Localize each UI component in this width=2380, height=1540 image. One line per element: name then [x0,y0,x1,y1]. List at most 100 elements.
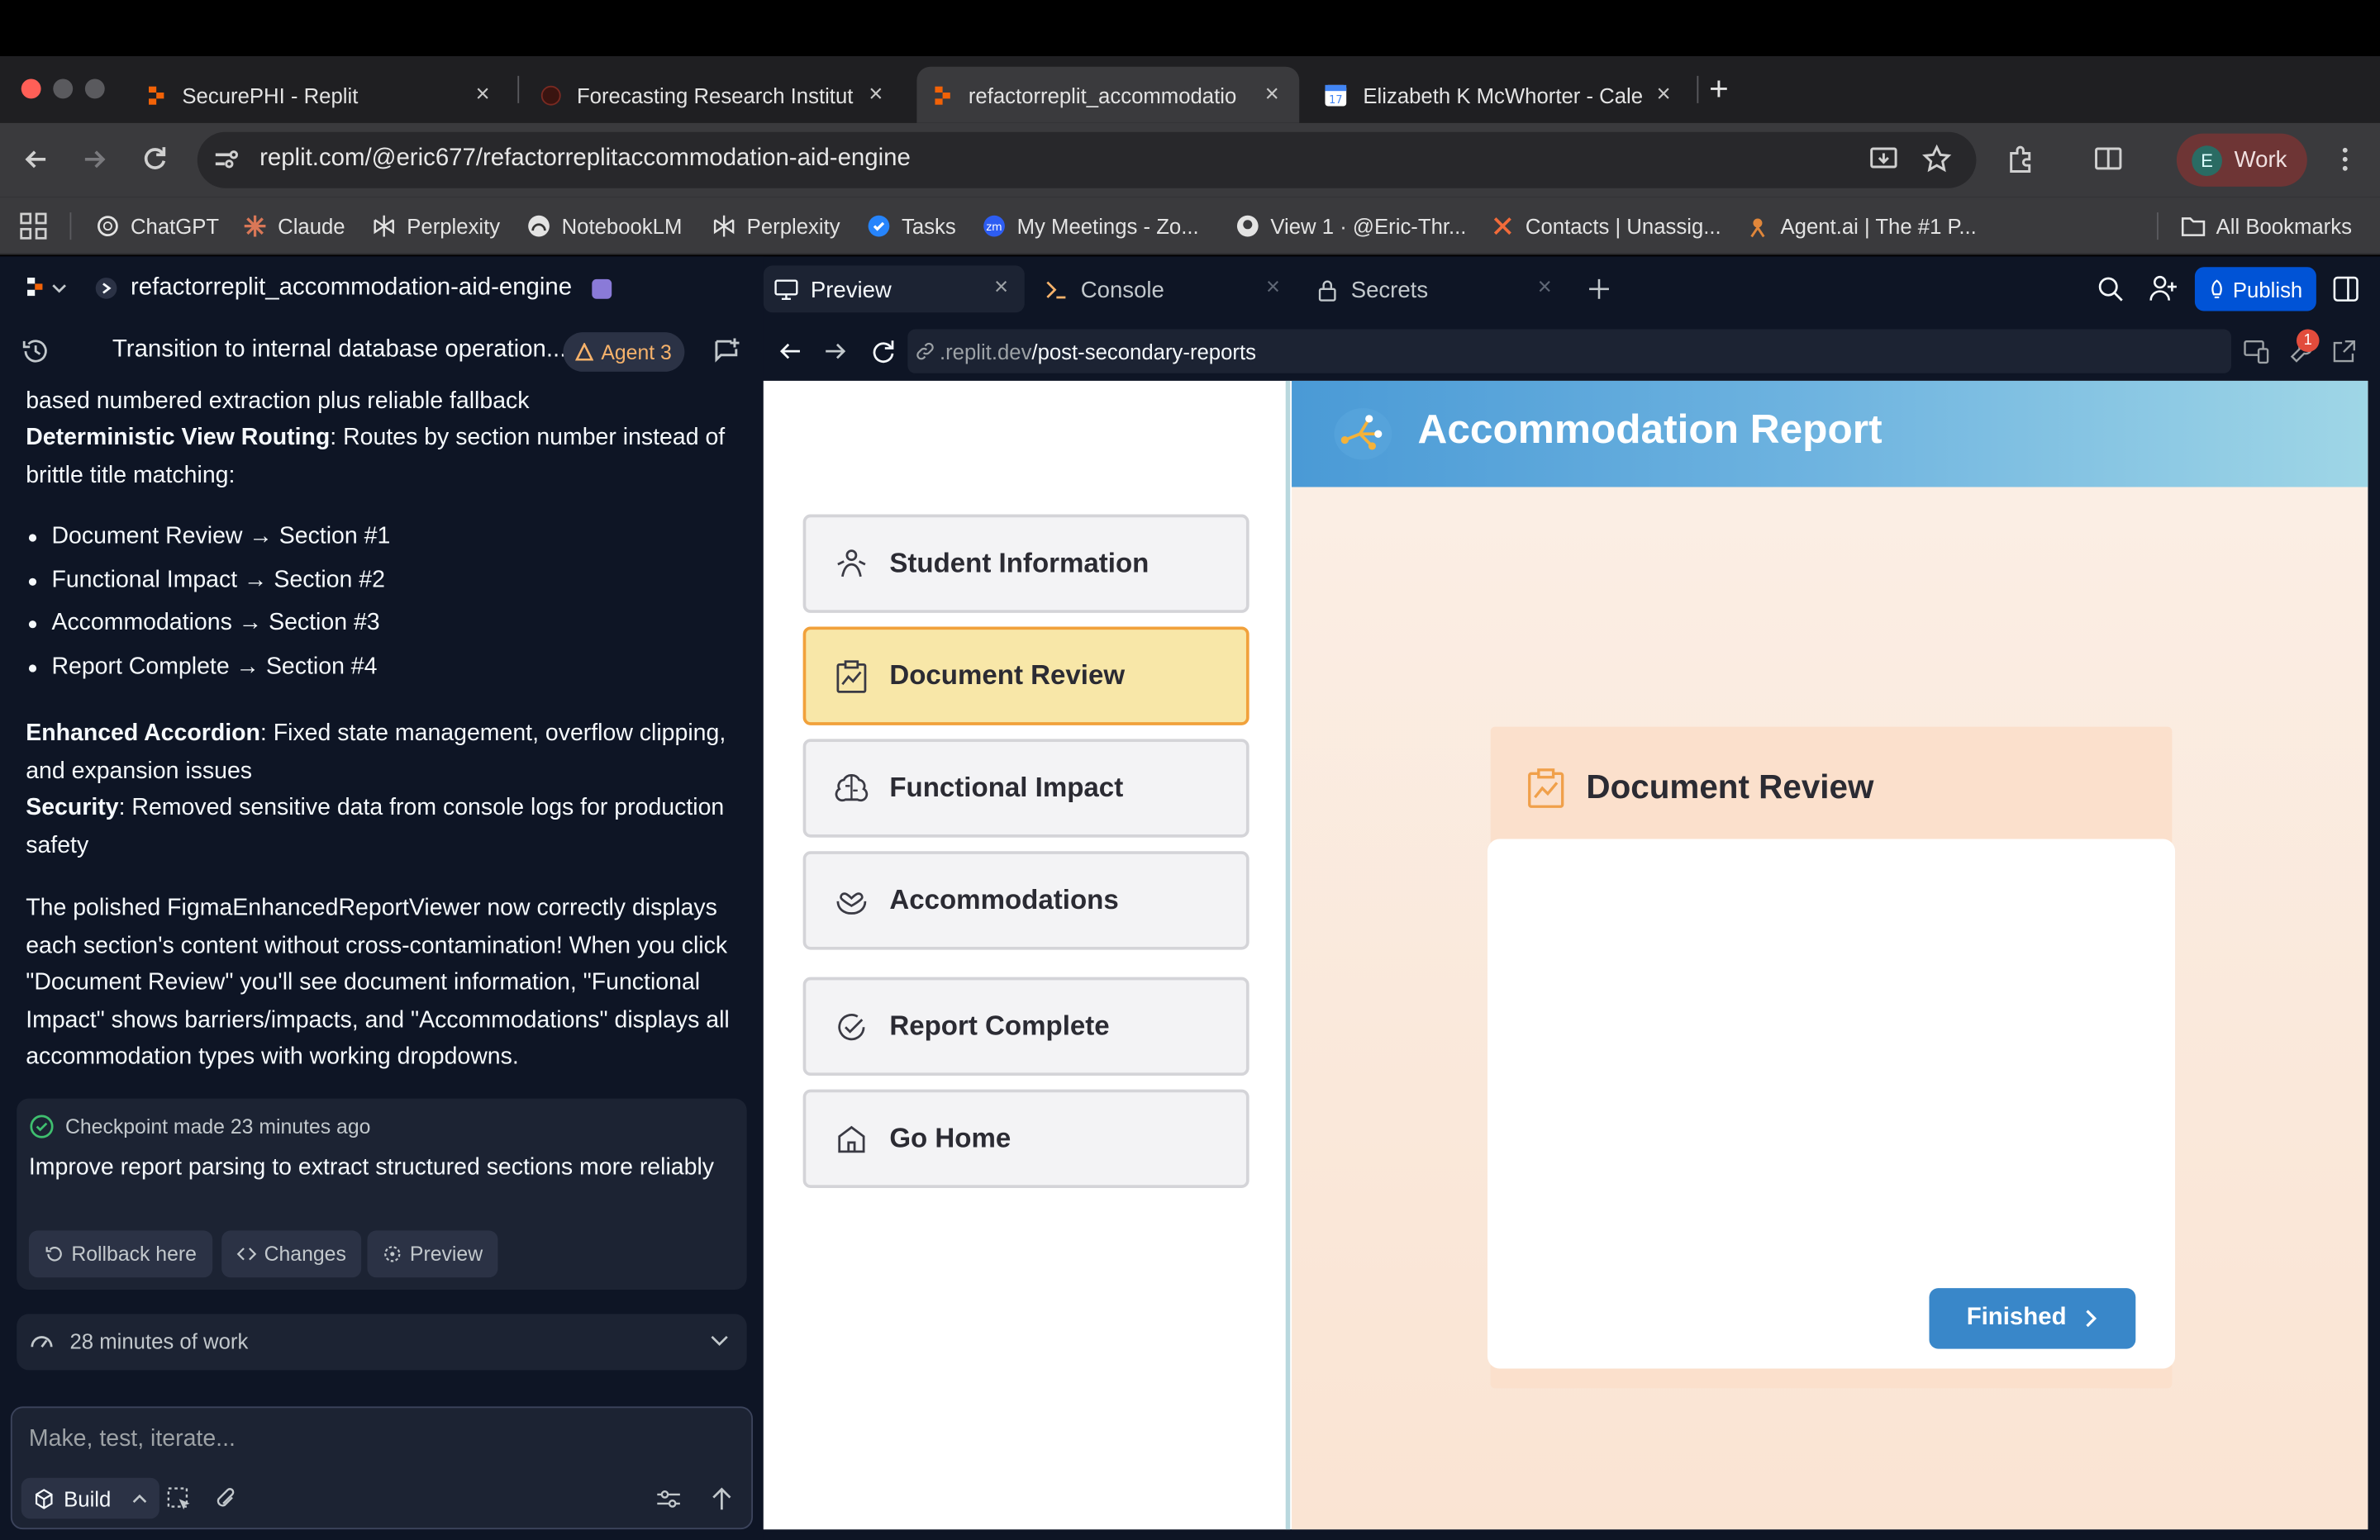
forward-icon[interactable] [79,144,110,174]
new-chat-icon[interactable] [713,337,740,364]
nav-document-review[interactable]: Document Review [802,626,1250,725]
browser-tab[interactable]: SecurePHI - Replit × [131,67,510,123]
chat-routing-paragraph: Deterministic View Routing: Routes by se… [26,425,726,488]
back-icon[interactable] [21,144,52,174]
browser-tab-active[interactable]: refactorreplit_accommodatio × [916,66,1300,123]
replit-logo-icon[interactable] [24,276,48,300]
browser-tab[interactable]: Forecasting Research Institut × [526,67,903,123]
code-icon [236,1248,257,1261]
hands-heart-icon [836,891,867,915]
close-tab-icon[interactable]: × [1538,274,1552,302]
zoom-icon: zm [983,215,1005,237]
settings-sliders-icon[interactable] [655,1487,681,1511]
preview-url-text[interactable]: .replit.dev/post-secondary-reports [940,340,1256,364]
report-title: Accommodation Report [1417,406,1883,453]
chat-text-partial: based numbered extraction plus reliable … [26,388,530,415]
finished-button[interactable]: Finished [1929,1288,2136,1349]
preview-back-icon[interactable] [778,340,802,363]
bookmark-zoom[interactable]: zm My Meetings - Zo... [982,212,1199,240]
devices-icon[interactable] [2244,339,2271,364]
nav-go-home[interactable]: Go Home [802,1089,1250,1188]
preview-reload-icon[interactable] [869,339,895,364]
nav-functional-impact[interactable]: Functional Impact [802,739,1250,838]
all-bookmarks[interactable]: All Bookmarks [2181,212,2352,240]
nav-accommodations[interactable]: Accommodations [802,851,1250,950]
chat-security-paragraph: Security: Removed sensitive data from co… [26,795,725,858]
tab-title: Forecasting Research Institut [576,83,854,107]
bookmark-github[interactable]: View 1 · @Eric-Thr... [1235,212,1466,240]
preview-forward-icon[interactable] [824,340,847,363]
svg-text:zm: zm [986,221,1002,234]
preview-button[interactable]: Preview [367,1230,498,1278]
checkpoint-message: Improve report parsing to extract struct… [28,1154,715,1181]
history-icon[interactable] [21,337,50,366]
toggle-panel-icon[interactable] [2333,276,2359,302]
link-icon [916,342,934,360]
bookmark-contacts[interactable]: Contacts | Unassig... [1491,212,1721,240]
bookmark-star-icon[interactable] [1921,144,1952,174]
close-tab-icon[interactable]: × [1259,81,1283,108]
close-window-button[interactable] [21,78,41,99]
project-name[interactable]: refactorreplit_accommodation-aid-engine [131,274,572,302]
chevron-right-icon [2087,1309,2097,1328]
avatar: E [2192,145,2222,176]
zoom-window-button[interactable] [84,78,105,99]
rocket-icon [2211,278,2222,298]
work-summary-text: 28 minutes of work [69,1328,249,1354]
bookmark-perplexity-2[interactable]: Perplexity [712,212,840,240]
bookmark-agentai[interactable]: Agent.ai | The #1 P... [1745,212,1977,240]
bookmark-notebooklm[interactable]: NotebookLM [526,212,682,240]
minimize-window-button[interactable] [53,78,74,99]
new-tab-button[interactable]: + [1709,69,1729,109]
extensions-icon[interactable] [2005,144,2035,174]
close-tab-icon[interactable]: × [470,81,494,108]
claude-icon [244,215,266,237]
tab-preview[interactable]: Preview [774,270,892,310]
url-text[interactable]: replit.com/@eric677/refactorreplitaccomm… [259,145,911,173]
changes-button[interactable]: Changes [221,1230,362,1278]
select-element-icon[interactable] [167,1487,191,1511]
bookmark-chatgpt[interactable]: ChatGPT [96,212,219,240]
reload-icon[interactable] [140,144,170,174]
browser-tab[interactable]: 17 Elizabeth K McWhorter - Cale × [1308,67,1691,123]
close-tab-icon[interactable]: × [1266,274,1280,302]
profile-button[interactable]: E Work [2176,133,2307,187]
bookmark-tasks[interactable]: Tasks [867,212,956,240]
open-new-window-icon[interactable] [2331,340,2355,364]
close-tab-icon[interactable]: × [864,81,888,108]
send-arrow-up-icon[interactable] [711,1487,734,1511]
close-tab-icon[interactable]: × [994,274,1008,302]
tab-secrets[interactable]: Secrets [1317,270,1428,310]
list-item: Functional Impact → Section #2 [28,568,385,595]
chat-input[interactable]: Make, test, iterate... [29,1426,236,1453]
invite-user-icon[interactable] [2149,274,2178,302]
more-menu-icon[interactable] [2330,144,2360,174]
site-settings-icon[interactable] [211,144,241,174]
check-circle-icon [30,1115,54,1138]
bookmark-perplexity[interactable]: Perplexity [372,212,500,240]
add-tab-icon[interactable] [1587,278,1611,301]
folder-icon [2181,217,2206,236]
brain-icon [835,773,869,801]
search-icon[interactable] [2097,276,2123,302]
thread-title[interactable]: Transition to internal database operatio… [112,337,566,364]
tab-title: SecurePHI - Replit [182,83,359,107]
nav-student-information[interactable]: Student Information [802,514,1250,613]
split-view-icon[interactable] [2093,144,2124,174]
apps-grid-icon[interactable] [20,212,47,240]
chevron-up-icon [132,1494,147,1503]
publish-button[interactable]: Publish [2194,267,2316,311]
nav-report-complete[interactable]: Report Complete [802,977,1250,1077]
chevron-down-icon[interactable] [711,1333,729,1348]
build-mode-button[interactable]: Build [21,1477,160,1519]
attach-icon[interactable] [214,1487,238,1511]
close-tab-icon[interactable]: × [1651,81,1675,108]
chatgpt-icon [98,216,118,237]
perplexity-icon [374,215,394,237]
bookmark-claude[interactable]: Claude [243,212,345,240]
tab-console[interactable]: Console [1046,270,1164,310]
chevron-down-icon[interactable] [51,283,66,295]
lock-icon [1318,279,1336,301]
rollback-button[interactable]: Rollback here [28,1230,212,1278]
install-app-icon[interactable] [1868,144,1899,174]
